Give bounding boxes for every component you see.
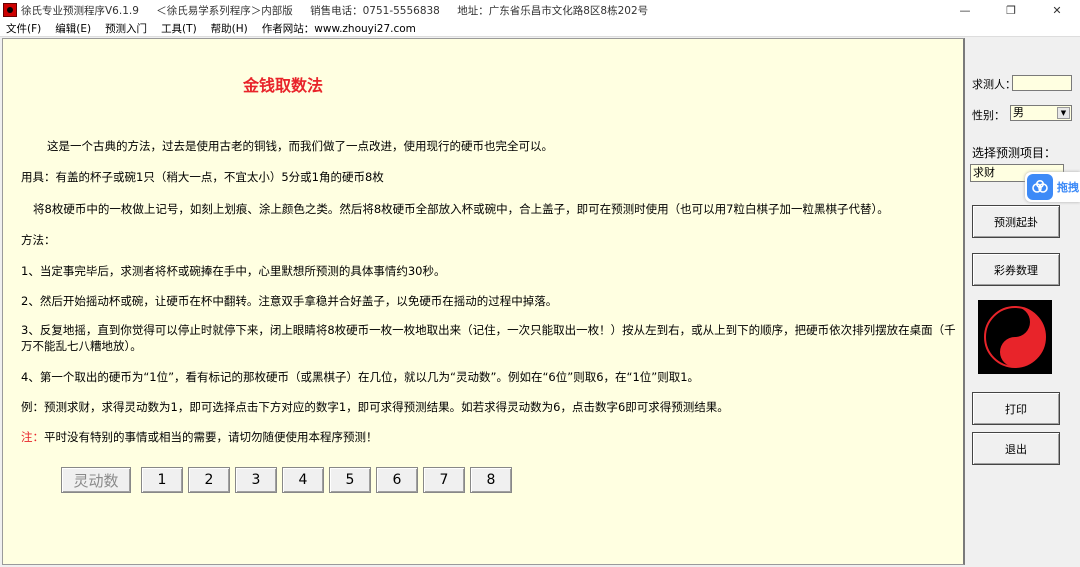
menu-bar: 文件(F) 编辑(E) 预测入门 工具(T) 帮助(H) 作者网站：www.zh… <box>0 20 1080 37</box>
exit-button[interactable]: 退出 <box>972 432 1060 465</box>
series-title: ＜徐氏易学系列程序＞内部版 <box>156 4 293 17</box>
close-button[interactable]: ✕ <box>1034 0 1080 20</box>
number-button-8[interactable]: 8 <box>470 467 512 493</box>
step1-text: 1、当定事完毕后，求测者将杯或碗捧在手中，心里默想所预测的具体事情约30秒。 <box>21 264 446 278</box>
lingdong-label-button: 灵动数 <box>61 467 131 493</box>
gender-value: 男 <box>1013 106 1024 119</box>
floating-widget[interactable]: 拖拽 <box>1025 172 1080 202</box>
sales-phone: 销售电话：0751-5556838 <box>310 4 440 17</box>
number-button-1[interactable]: 1 <box>141 467 183 493</box>
menu-author-site[interactable]: 作者网站：www.zhouyi27.com <box>262 21 416 36</box>
person-input[interactable] <box>1012 75 1072 91</box>
person-label: 求测人： <box>972 78 1016 91</box>
yinyang-image <box>978 300 1052 374</box>
dropdown-arrow-icon[interactable]: ▼ <box>1057 107 1070 119</box>
number-button-row: 灵动数 1 2 3 4 5 6 7 8 <box>61 467 517 493</box>
method-heading: 方法： <box>21 233 56 247</box>
yinyang-icon <box>984 306 1046 368</box>
window-title: 徐氏专业预测程序V6.1.9 ＜徐氏易学系列程序＞内部版 销售电话：0751-5… <box>21 3 662 18</box>
number-button-6[interactable]: 6 <box>376 467 418 493</box>
minimize-button[interactable]: — <box>942 0 988 20</box>
note-text: 平时没有特别的事情或相当的需要，请切勿随便使用本程序预测！ <box>44 430 378 444</box>
number-button-5[interactable]: 5 <box>329 467 371 493</box>
content-panel: 金钱取数法 这是一个古典的方法，过去是使用古老的铜钱，而我们做了一点改进，使用现… <box>2 38 965 565</box>
intro-text: 这是一个古典的方法，过去是使用古老的铜钱，而我们做了一点改进，使用现行的硬币也完… <box>47 139 553 153</box>
step4-text: 4、第一个取出的硬币为“1位”，看有标记的那枚硬币（或黑棋子）在几位，就以几为“… <box>21 370 700 384</box>
cloud-icon[interactable] <box>1027 174 1053 200</box>
note-label: 注： <box>21 430 44 444</box>
prep-text: 将8枚硬币中的一枚做上记号，如刻上划痕、涂上颜色之类。然后将8枚硬币全部放入杯或… <box>33 202 889 216</box>
step2-text: 2、然后开始摇动杯或碗，让硬币在杯中翻转。注意双手拿稳并合好盖子，以免硬币在摇动… <box>21 294 558 308</box>
gender-select[interactable]: 男 ▼ <box>1010 105 1072 121</box>
tools-text: 用具：有盖的杯子或碗1只（稍大一点，不宜太小）5分或1角的硬币8枚 <box>21 170 384 184</box>
menu-edit[interactable]: 编辑(E) <box>55 21 91 36</box>
app-icon <box>3 3 17 17</box>
side-panel: 求测人： 性别： 男 ▼ 选择预测项目： 求财 预测起卦 彩券数理 打印 退出 <box>966 38 1080 567</box>
gender-label: 性别： <box>972 109 1005 122</box>
restore-button[interactable]: ❐ <box>988 0 1034 20</box>
address-text: 地址：广东省乐昌市文化路8区8栋202号 <box>457 4 649 17</box>
print-button[interactable]: 打印 <box>972 392 1060 425</box>
project-value: 求财 <box>973 166 995 179</box>
menu-file[interactable]: 文件(F) <box>6 21 41 36</box>
page-title: 金钱取数法 <box>242 76 323 95</box>
note-line: 注：平时没有特别的事情或相当的需要，请切勿随便使用本程序预测！ <box>21 429 378 445</box>
menu-tools[interactable]: 工具(T) <box>161 21 197 36</box>
number-button-4[interactable]: 4 <box>282 467 324 493</box>
lottery-button[interactable]: 彩券数理 <box>972 253 1060 286</box>
window-controls: — ❐ ✕ <box>942 0 1080 20</box>
number-button-2[interactable]: 2 <box>188 467 230 493</box>
number-button-7[interactable]: 7 <box>423 467 465 493</box>
step3-text: 3、反复地摇，直到你觉得可以停止时就停下来，闭上眼睛将8枚硬币一枚一枚地取出来（… <box>21 323 956 353</box>
title-bar: 徐氏专业预测程序V6.1.9 ＜徐氏易学系列程序＞内部版 销售电话：0751-5… <box>0 0 1080 20</box>
start-divination-button[interactable]: 预测起卦 <box>972 205 1060 238</box>
project-label: 选择预测项目： <box>972 146 1057 160</box>
app-title: 徐氏专业预测程序V6.1.9 <box>21 4 139 17</box>
example-text: 例：预测求财，求得灵动数为1，即可选择点击下方对应的数字1，即可求得预测结果。如… <box>21 400 729 414</box>
number-button-3[interactable]: 3 <box>235 467 277 493</box>
floating-widget-label: 拖拽 <box>1057 181 1079 194</box>
menu-intro[interactable]: 预测入门 <box>105 21 147 36</box>
menu-help[interactable]: 帮助(H) <box>211 21 248 36</box>
